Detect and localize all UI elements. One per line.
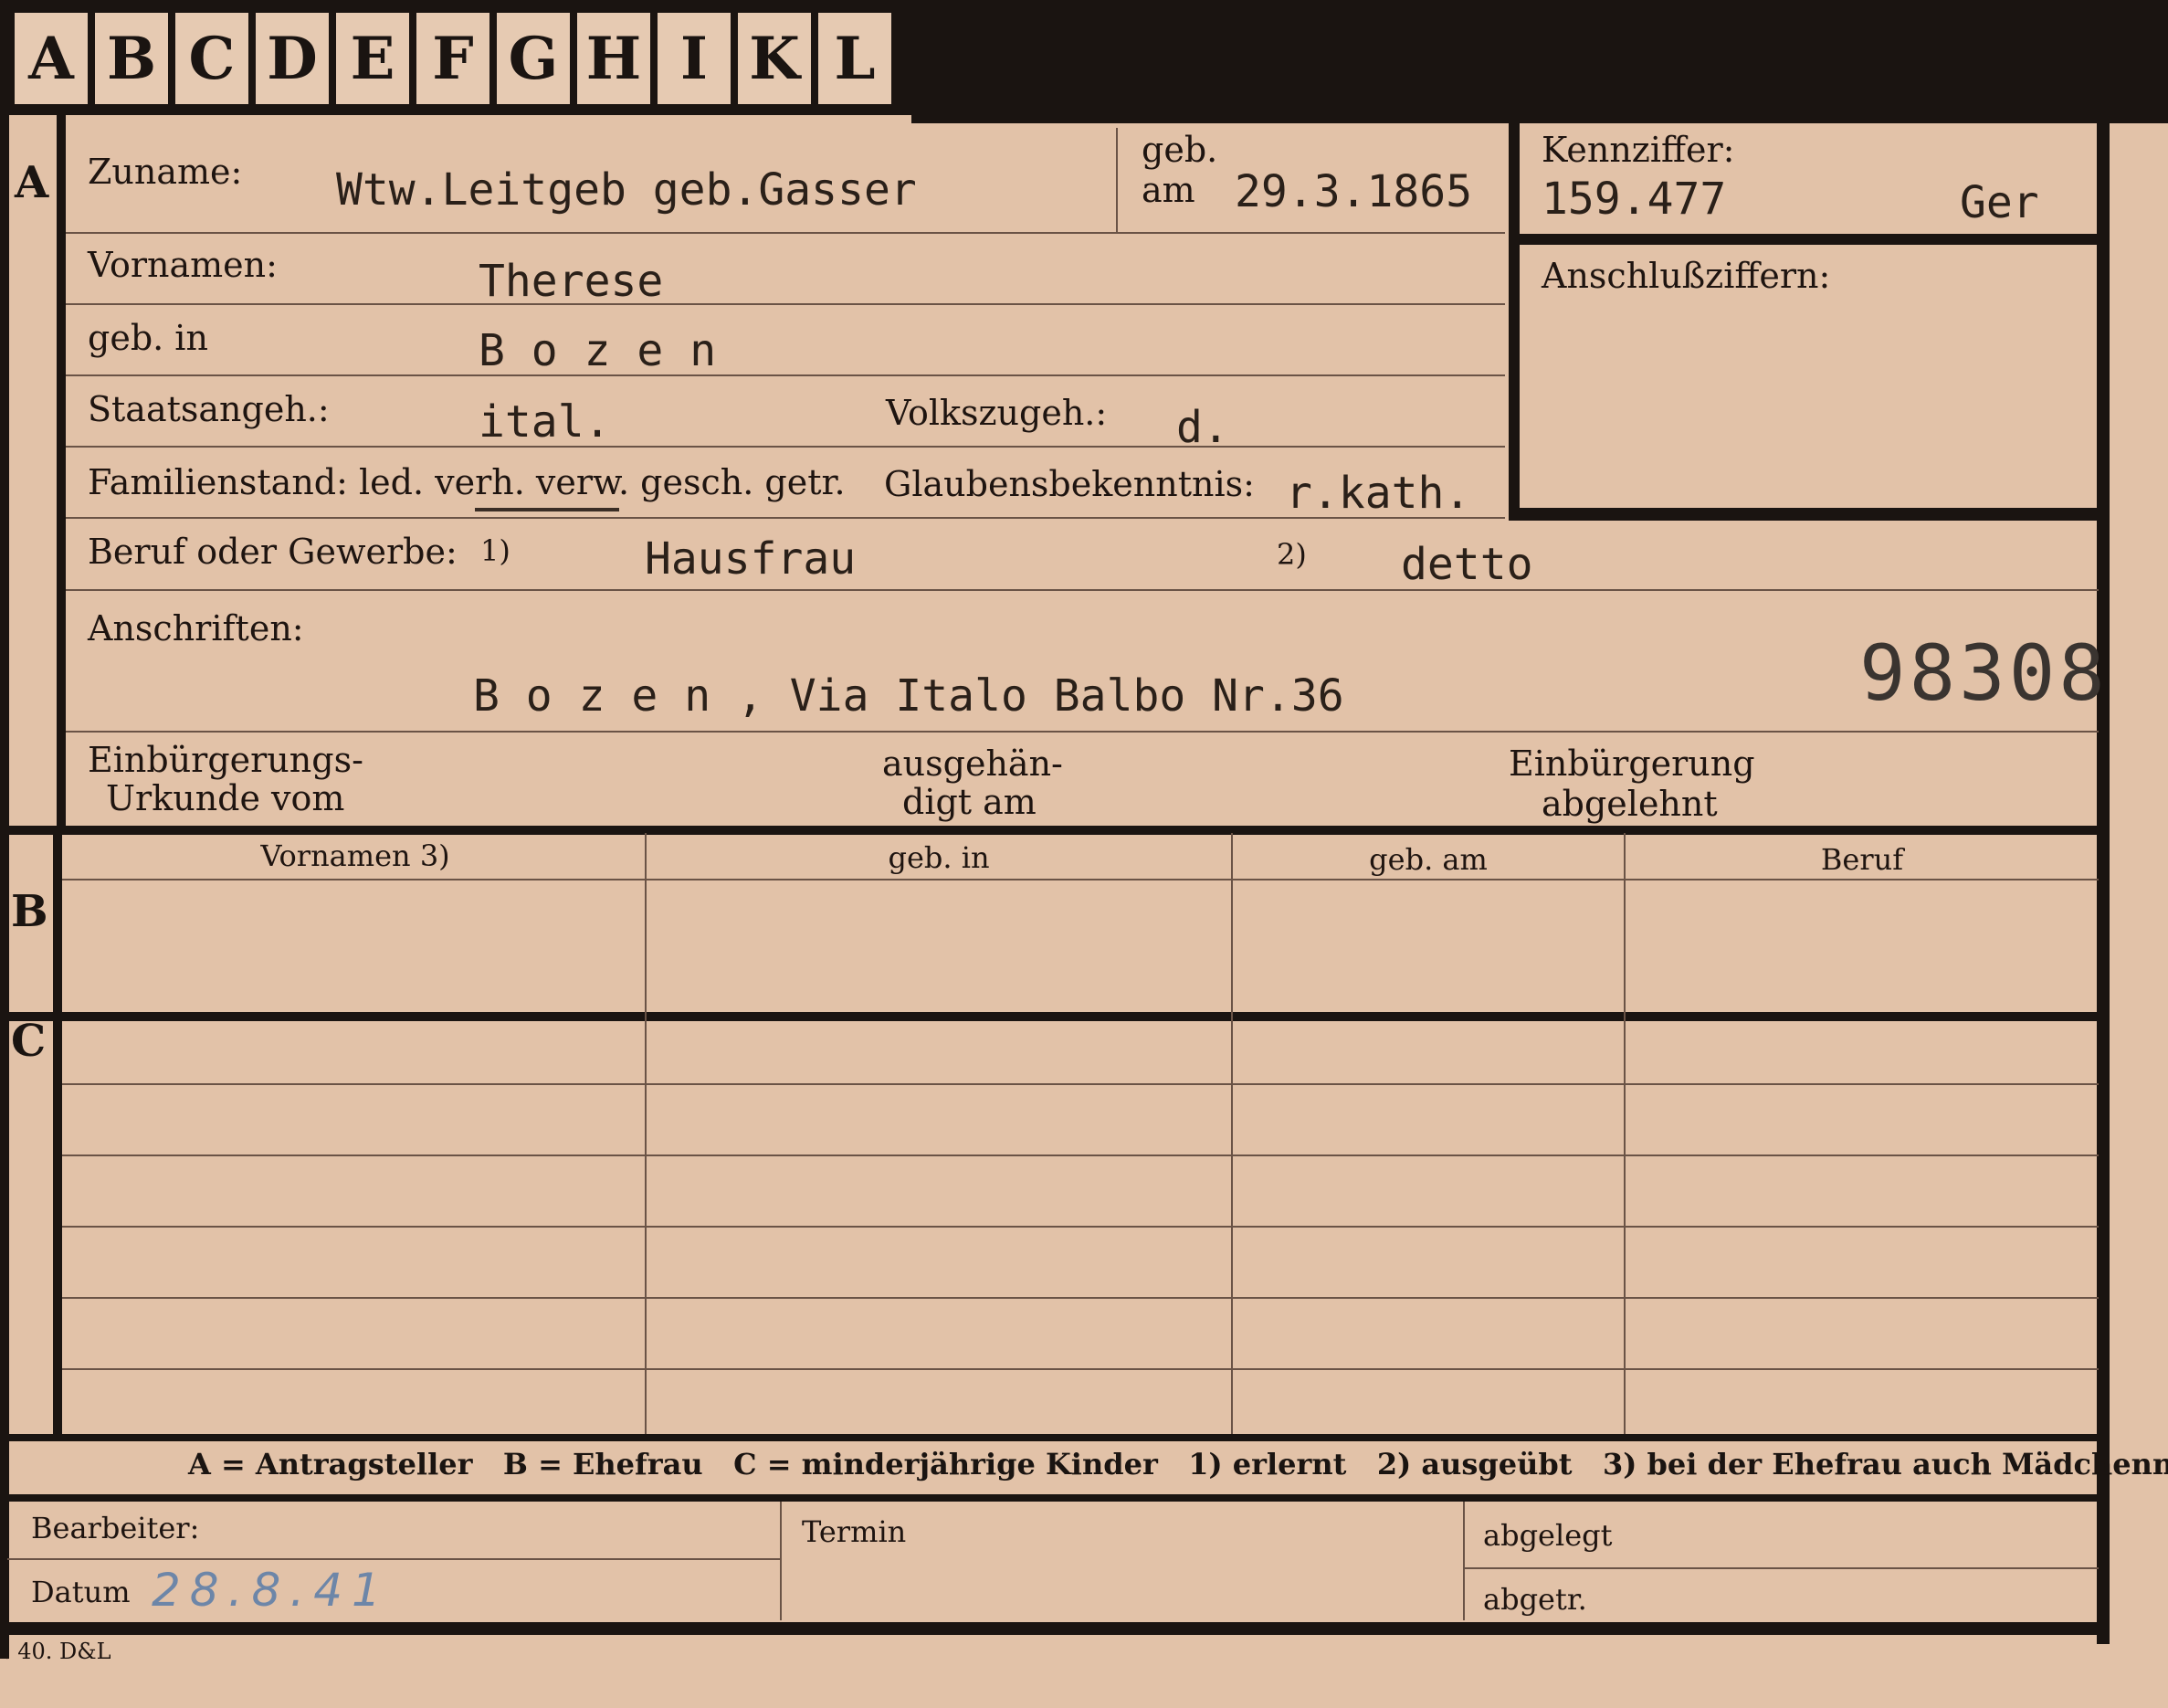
datum-label: Datum bbox=[31, 1575, 131, 1609]
rule-after-anschriften bbox=[66, 731, 2099, 733]
abgelegt-rule bbox=[1465, 1567, 2099, 1569]
kennziffer-value: 159.477 bbox=[1542, 174, 1727, 225]
table-row-rule bbox=[62, 1226, 2099, 1228]
anschriften-value: B o z e n , Via Italo Balbo Nr.36 bbox=[473, 670, 1344, 722]
glauben-value: r.kath. bbox=[1286, 468, 1471, 519]
staats-value: ital. bbox=[479, 396, 611, 448]
section-a-letter: A bbox=[15, 157, 49, 208]
rule-after-staats bbox=[66, 446, 1505, 448]
section-a-rule bbox=[57, 115, 66, 828]
section-b-top-rule bbox=[0, 826, 2110, 835]
rule-after-zuname bbox=[66, 232, 1505, 234]
geb-am-value: 29.3.1865 bbox=[1235, 166, 1473, 217]
col-header-gebam: geb. am bbox=[1369, 842, 1488, 877]
volks-label: Volkszugeh.: bbox=[886, 393, 1108, 433]
tab-letter-a[interactable]: A bbox=[15, 13, 88, 104]
legend-bottom-rule bbox=[0, 1494, 2110, 1502]
kennziffer-label: Kennziffer: bbox=[1542, 130, 1735, 170]
stamp-number: 98308 bbox=[1859, 628, 2109, 718]
card-right-rule bbox=[2097, 123, 2110, 1644]
top-dark-band bbox=[911, 0, 2168, 123]
beruf-note-2: 2) bbox=[1277, 537, 1307, 572]
familienstand-label: Familienstand: led. verh. verw. gesch. g… bbox=[88, 462, 846, 502]
anschriften-label: Anschriften: bbox=[88, 608, 304, 648]
col-divider-2 bbox=[1231, 833, 1233, 1436]
ausgehaendigt-label-1: ausgehän- bbox=[882, 743, 1063, 784]
zuname-label: Zuname: bbox=[88, 152, 243, 192]
kennziffer-box-bottom bbox=[1509, 508, 2099, 521]
am-label: am bbox=[1142, 170, 1195, 210]
termin-label: Termin bbox=[802, 1514, 907, 1549]
geb-label: geb. bbox=[1142, 130, 1218, 170]
verw-underline bbox=[475, 508, 619, 511]
tab-letter-h[interactable]: H bbox=[577, 13, 650, 104]
glauben-label: Glaubensbekenntnis: bbox=[884, 464, 1255, 504]
vornamen-value: Therese bbox=[479, 256, 664, 307]
legend-text: A = Antragsteller B = Ehefrau C = minder… bbox=[188, 1447, 2168, 1481]
bearbeiter-rule bbox=[7, 1558, 780, 1560]
tab-letter-f[interactable]: F bbox=[416, 13, 489, 104]
rule-after-vornamen bbox=[66, 303, 1505, 305]
staats-label: Staatsangeh.: bbox=[88, 389, 330, 429]
col-header-gebin: geb. in bbox=[888, 840, 990, 875]
section-c-letter: C bbox=[11, 1016, 47, 1067]
card-left-rule bbox=[0, 115, 9, 1659]
zuname-value: Wtw.Leitgeb geb.Gasser bbox=[336, 164, 917, 216]
kennziffer-suffix: Ger bbox=[1960, 177, 2039, 228]
anschluss-label: Anschlußziffern: bbox=[1542, 256, 1831, 296]
footer-divider-2 bbox=[1463, 1502, 1465, 1620]
footer-divider-1 bbox=[780, 1502, 782, 1620]
beruf-value-1: Hausfrau bbox=[645, 533, 857, 585]
geb-am-divider bbox=[1116, 128, 1118, 232]
beruf-label: Beruf oder Gewerbe: bbox=[88, 532, 458, 572]
rule-after-gebin bbox=[66, 374, 1505, 376]
table-header-rule bbox=[62, 879, 2099, 880]
vornamen-label: Vornamen: bbox=[88, 245, 278, 285]
table-row-rule bbox=[62, 1297, 2099, 1299]
tab-letter-b[interactable]: B bbox=[95, 13, 168, 104]
table-row-rule bbox=[62, 1368, 2099, 1370]
einbuergerung-urkunde-label-2: Urkunde vom bbox=[106, 778, 345, 818]
tab-letter-c[interactable]: C bbox=[175, 13, 248, 104]
tab-letter-d[interactable]: D bbox=[256, 13, 329, 104]
bearbeiter-label: Bearbeiter: bbox=[31, 1511, 200, 1545]
einbuergerung-urkunde-label-1: Einbürgerungs- bbox=[88, 740, 363, 780]
kennziffer-box-divider bbox=[1520, 234, 2099, 245]
gebin-value: B o z e n bbox=[479, 325, 717, 376]
datum-value: 28.8.41 bbox=[152, 1564, 390, 1617]
volks-value: d. bbox=[1176, 402, 1229, 453]
table-row-rule bbox=[62, 1154, 2099, 1156]
tab-letter-e[interactable]: E bbox=[336, 13, 409, 104]
print-code: . 40. D&L bbox=[4, 1639, 111, 1664]
tab-letter-k[interactable]: K bbox=[738, 13, 811, 104]
section-bc-rule bbox=[53, 828, 62, 1434]
tab-letter-i[interactable]: I bbox=[658, 13, 731, 104]
abgelegt-label: abgelegt bbox=[1483, 1518, 1613, 1553]
ausgehaendigt-label-2: digt am bbox=[902, 782, 1037, 822]
col-header-vornamen: Vornamen 3) bbox=[260, 838, 450, 873]
rule-after-beruf bbox=[66, 589, 2099, 591]
abgetr-label: abgetr. bbox=[1483, 1582, 1587, 1617]
beruf-value-2: detto bbox=[1401, 539, 1533, 590]
gebin-label: geb. in bbox=[88, 318, 208, 358]
einbuergerung-abgelehnt-label-1: Einbürgerung bbox=[1509, 743, 1755, 784]
einbuergerung-abgelehnt-label-2: abgelehnt bbox=[1542, 784, 1718, 824]
col-divider-1 bbox=[645, 833, 647, 1436]
table-row-rule bbox=[62, 1083, 2099, 1085]
section-b-letter: B bbox=[11, 886, 48, 937]
beruf-note-1: 1) bbox=[480, 533, 510, 568]
tab-letter-g[interactable]: G bbox=[497, 13, 570, 104]
section-c-top-rule bbox=[0, 1012, 2110, 1021]
col-divider-3 bbox=[1624, 833, 1626, 1436]
tab-letter-l[interactable]: L bbox=[818, 13, 891, 104]
kennziffer-box-left bbox=[1509, 123, 1520, 521]
card-bottom-rule bbox=[0, 1622, 2110, 1635]
legend-top-rule bbox=[0, 1434, 2110, 1441]
col-header-beruf: Beruf bbox=[1820, 842, 1904, 877]
